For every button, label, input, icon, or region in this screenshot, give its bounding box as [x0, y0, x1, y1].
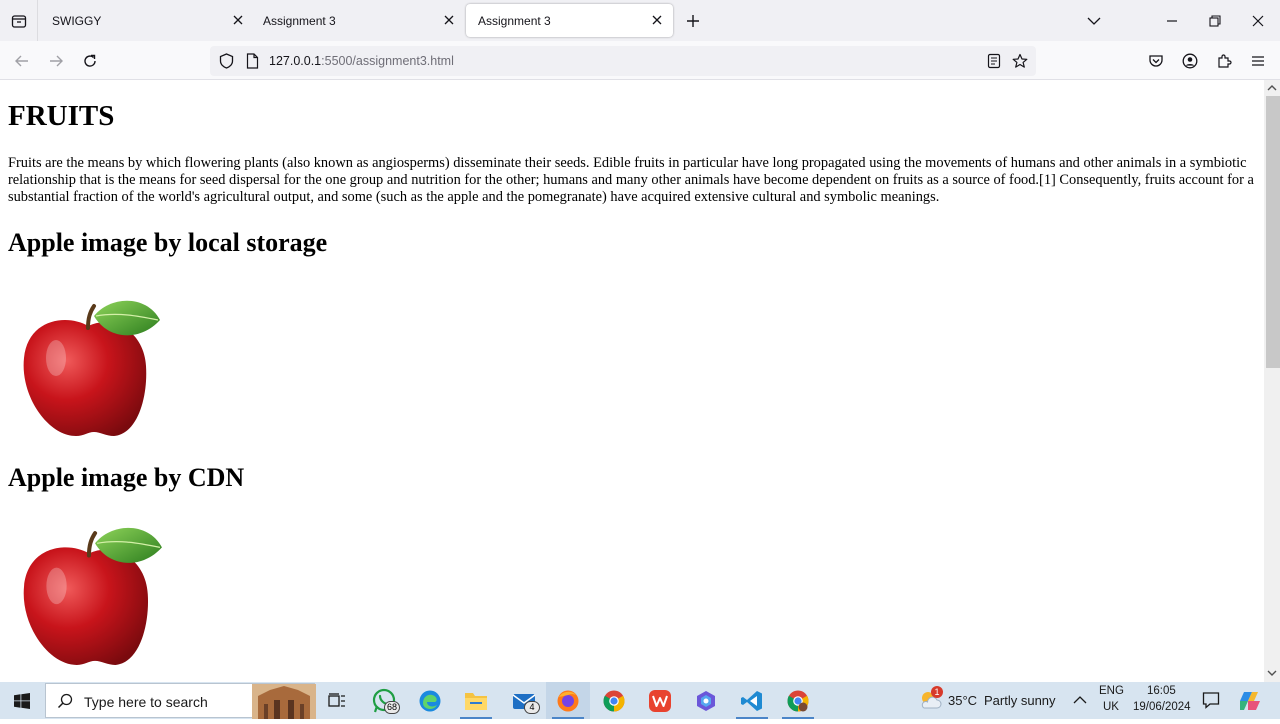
- scroll-thumb[interactable]: [1266, 96, 1280, 368]
- page-icon[interactable]: [243, 52, 261, 70]
- intro-paragraph: Fruits are the means by which flowering …: [8, 155, 1254, 205]
- page-title: FRUITS: [8, 100, 115, 132]
- url-host: 127.0.0.1: [269, 54, 322, 68]
- new-tab-plus-icon[interactable]: [680, 8, 706, 34]
- tab-strip: SWIGGY Assignment 3 Assignment 3: [0, 0, 1280, 41]
- menu-hamburger-icon[interactable]: [1244, 47, 1272, 75]
- notifications-icon[interactable]: [1202, 691, 1222, 711]
- tab-label: Assignment 3: [263, 13, 336, 28]
- url-path: :5500/assignment3.html: [321, 54, 454, 68]
- file-explorer-icon[interactable]: [454, 682, 498, 719]
- close-icon[interactable]: [441, 12, 457, 28]
- vertical-scrollbar[interactable]: [1264, 80, 1280, 682]
- copilot-icon[interactable]: [1238, 689, 1262, 713]
- windows-start-icon[interactable]: [0, 682, 44, 719]
- close-icon[interactable]: [649, 12, 665, 28]
- temperature[interactable]: 35°C: [948, 693, 977, 708]
- search-icon: [57, 693, 73, 714]
- apple-image-cdn: [23, 527, 162, 665]
- tab-label: Assignment 3: [478, 13, 551, 28]
- tab-label: SWIGGY: [52, 13, 102, 28]
- navigation-toolbar: 127.0.0.1:5500/assignment3.html: [0, 41, 1280, 80]
- reader-view-icon[interactable]: [985, 52, 1003, 70]
- extensions-puzzle-icon[interactable]: [1210, 47, 1238, 75]
- weather-icon[interactable]: 1: [918, 686, 943, 712]
- tab-assignment-3[interactable]: Assignment 3: [251, 4, 465, 37]
- search-highlight-image: [252, 684, 316, 724]
- taskbar-search-box[interactable]: Type here to search: [45, 683, 316, 719]
- edge-icon[interactable]: [408, 682, 452, 719]
- tab-assignment-3-active[interactable]: Assignment 3: [466, 4, 673, 37]
- weather-badge: 1: [931, 686, 943, 698]
- scroll-up-arrow-icon[interactable]: [1264, 80, 1280, 94]
- minimize-icon[interactable]: [1151, 0, 1193, 41]
- vscode-icon[interactable]: [730, 682, 774, 719]
- close-window-icon[interactable]: [1237, 0, 1279, 41]
- wps-office-icon[interactable]: [638, 682, 682, 719]
- pocket-icon[interactable]: [1142, 47, 1170, 75]
- show-hidden-icons-chevron-icon[interactable]: [1072, 692, 1090, 708]
- scroll-down-arrow-icon[interactable]: [1264, 666, 1280, 680]
- tab-swiggy[interactable]: SWIGGY: [40, 4, 254, 37]
- close-icon[interactable]: [230, 12, 246, 28]
- chrome-profile-icon[interactable]: [776, 682, 820, 719]
- language-indicator-line1[interactable]: ENG: [1099, 685, 1124, 697]
- copilot-app-icon[interactable]: [684, 682, 728, 719]
- bookmark-star-icon[interactable]: [1011, 52, 1029, 70]
- back-arrow-icon[interactable]: [8, 47, 36, 75]
- section-heading-local: Apple image by local storage: [8, 228, 328, 257]
- whatsapp-badge: 68: [383, 701, 400, 714]
- chrome-icon[interactable]: [592, 682, 636, 719]
- firefox-icon[interactable]: [546, 682, 590, 719]
- search-placeholder: Type here to search: [84, 694, 208, 710]
- chevron-down-icon[interactable]: [1073, 0, 1115, 41]
- url-text[interactable]: 127.0.0.1:5500/assignment3.html: [269, 54, 454, 68]
- reload-icon[interactable]: [76, 47, 104, 75]
- address-bar[interactable]: 127.0.0.1:5500/assignment3.html: [210, 46, 1036, 76]
- weather-condition[interactable]: Partly sunny: [984, 693, 1056, 708]
- mail-badge: 4: [524, 701, 540, 714]
- account-icon[interactable]: [1176, 47, 1204, 75]
- language-indicator-line2[interactable]: UK: [1103, 701, 1119, 713]
- apple-image-local: [23, 300, 160, 436]
- clock-time[interactable]: 16:05: [1147, 685, 1176, 697]
- forward-arrow-icon[interactable]: [42, 47, 70, 75]
- task-view-icon[interactable]: [315, 682, 359, 719]
- windows-taskbar: Type here to search 68 4 1 35°C Partly s…: [0, 682, 1280, 719]
- shield-icon[interactable]: [217, 52, 235, 70]
- restore-icon[interactable]: [1194, 0, 1236, 41]
- section-heading-cdn: Apple image by CDN: [8, 463, 245, 492]
- mail-icon[interactable]: 4: [502, 682, 546, 719]
- clock-date[interactable]: 19/06/2024: [1133, 701, 1191, 713]
- tab-list-icon[interactable]: [0, 0, 38, 41]
- whatsapp-icon[interactable]: 68: [362, 682, 406, 719]
- page-viewport: FRUITS Fruits are the means by which flo…: [0, 80, 1264, 682]
